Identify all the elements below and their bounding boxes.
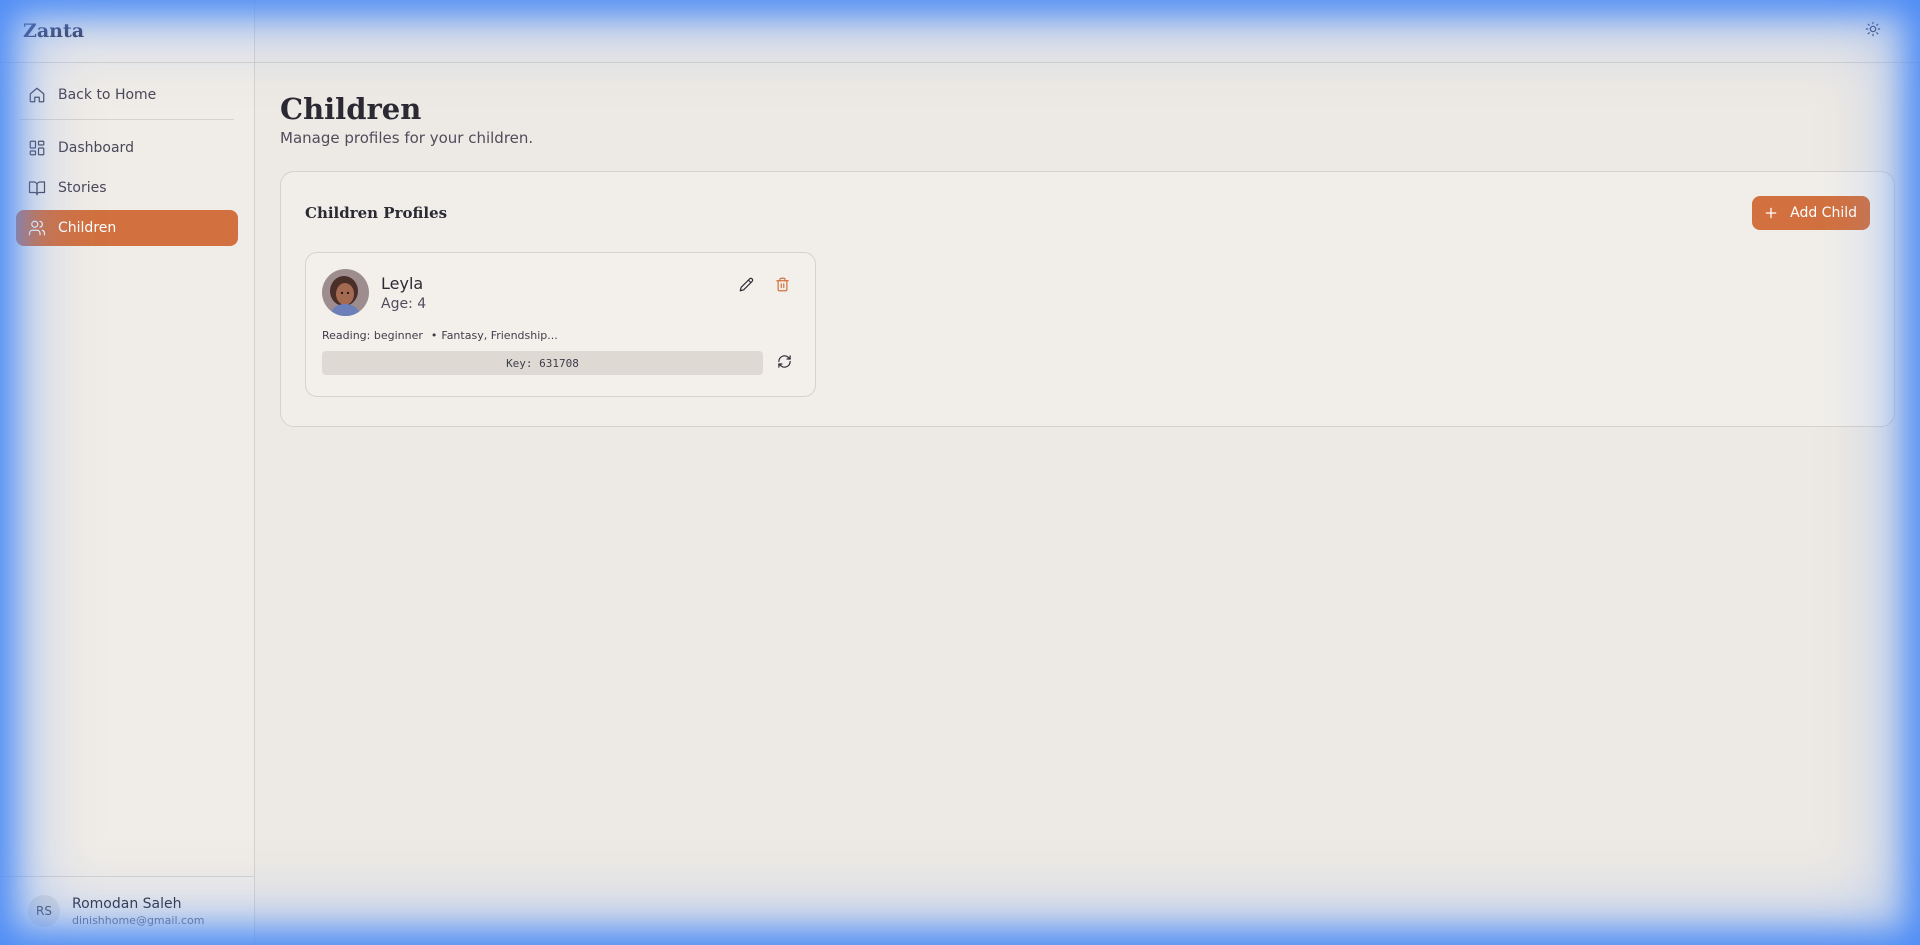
page-content: Children Manage profiles for your childr…: [255, 63, 1920, 427]
page-title: Children: [280, 92, 422, 126]
plus-icon: [1764, 206, 1778, 220]
home-icon: [28, 86, 46, 104]
nav-divider: [20, 119, 234, 120]
sidebar: Zanta Back to Home Dashboard Stories Chi…: [0, 0, 255, 945]
child-interests: Fantasy, Friendship...: [441, 329, 558, 342]
user-email: dinishhome@gmail.com: [72, 913, 205, 927]
sun-icon: [1865, 21, 1881, 41]
sidebar-item-dashboard[interactable]: Dashboard: [16, 130, 238, 166]
child-reading-level: Reading: beginner: [322, 329, 423, 342]
avatar: RS: [28, 895, 60, 927]
card-title: Children Profiles: [305, 204, 448, 222]
child-age: Age: 4: [381, 295, 427, 312]
trash-icon: [775, 277, 790, 296]
back-to-home-label: Back to Home: [58, 87, 157, 103]
sidebar-item-label: Dashboard: [58, 140, 134, 156]
back-to-home-link[interactable]: Back to Home: [16, 77, 238, 113]
theme-toggle-button[interactable]: [1862, 20, 1884, 42]
child-avatar: [322, 269, 369, 316]
top-bar: [255, 0, 1920, 63]
sidebar-item-children[interactable]: Children: [16, 210, 238, 246]
brand-logo[interactable]: Zanta: [0, 0, 254, 63]
sidebar-item-stories[interactable]: Stories: [16, 170, 238, 206]
users-icon: [28, 219, 46, 237]
dashboard-icon: [28, 139, 46, 157]
refresh-icon: [777, 354, 792, 373]
delete-child-button[interactable]: [771, 275, 793, 297]
child-access-key: Key: 631708: [322, 351, 763, 375]
sidebar-nav: Back to Home Dashboard Stories Children: [0, 63, 254, 246]
book-icon: [28, 179, 46, 197]
app-root: Zanta Back to Home Dashboard Stories Chi…: [0, 0, 1920, 945]
main-area: Children Manage profiles for your childr…: [255, 0, 1920, 945]
page-subtitle: Manage profiles for your children.: [280, 129, 534, 147]
pencil-icon: [739, 277, 754, 296]
child-meta: Reading: beginner • Fantasy, Friendship...: [322, 329, 558, 342]
sidebar-item-label: Stories: [58, 180, 107, 196]
edit-child-button[interactable]: [735, 275, 757, 297]
user-profile[interactable]: RS Romodan Saleh dinishhome@gmail.com: [0, 876, 254, 945]
children-profiles-card: Children Profiles Add Child Leyla Age: 4…: [280, 171, 1895, 427]
sidebar-item-label: Children: [58, 220, 117, 236]
regenerate-key-button[interactable]: [773, 352, 795, 374]
add-child-button[interactable]: Add Child: [1752, 196, 1870, 230]
child-profile-card[interactable]: Leyla Age: 4 Reading: beginner • Fantasy…: [305, 252, 816, 397]
user-name: Romodan Saleh: [72, 895, 182, 912]
add-child-label: Add Child: [1790, 205, 1857, 221]
child-name: Leyla: [381, 273, 424, 293]
